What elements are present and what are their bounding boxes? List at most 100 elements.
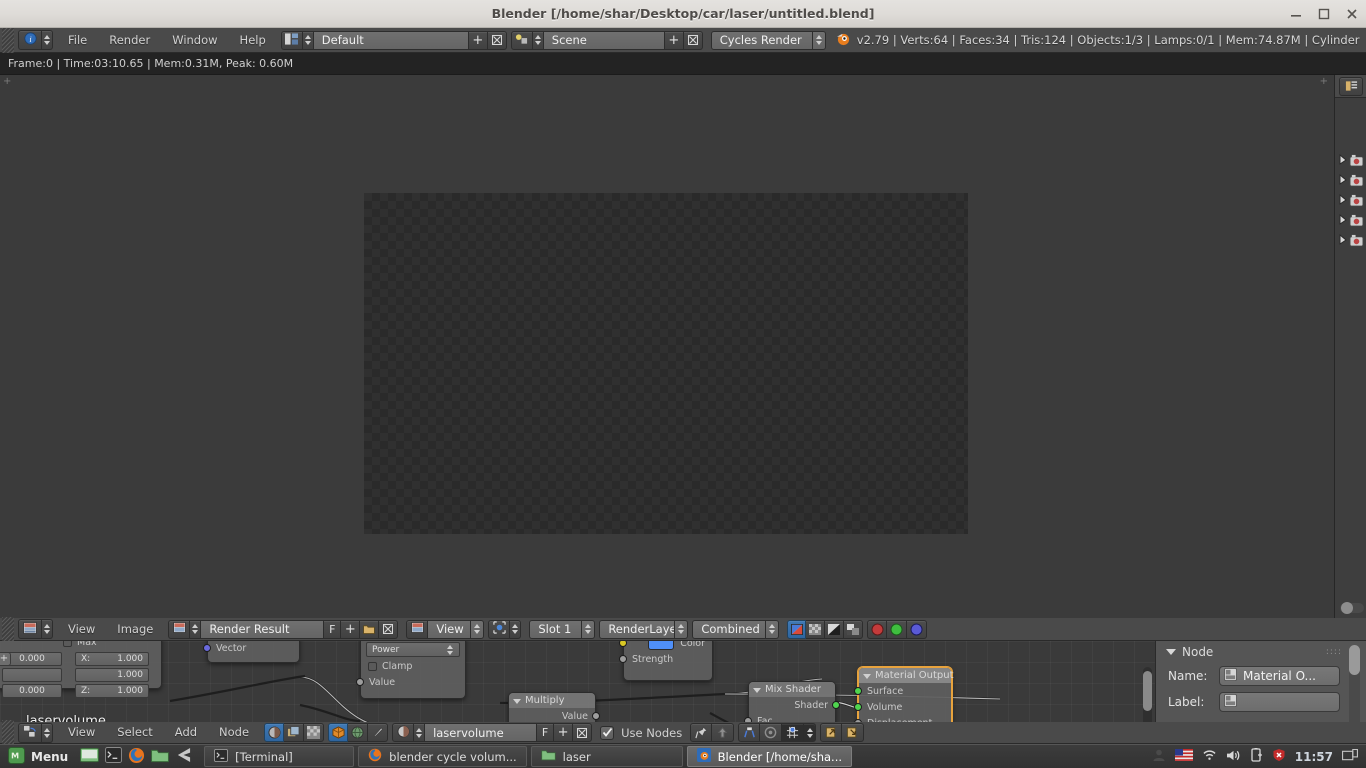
- use-nodes-checkbox[interactable]: [600, 725, 615, 740]
- shader-type-group[interactable]: [264, 723, 325, 742]
- unlink-material-button[interactable]: [573, 723, 593, 742]
- delete-scene-button[interactable]: [683, 30, 703, 50]
- task-file-manager[interactable]: laser: [530, 746, 683, 767]
- volume-socket[interactable]: [854, 703, 862, 711]
- node-menu-select[interactable]: Select: [106, 720, 163, 745]
- node-panel-header[interactable]: Node ::::: [1156, 641, 1366, 663]
- start-menu-button[interactable]: Menu: [0, 745, 76, 768]
- properties-tab-world[interactable]: [1335, 210, 1366, 230]
- material-fake-user-button[interactable]: F: [537, 723, 555, 742]
- go-to-parent-icon[interactable]: [712, 723, 735, 742]
- value-y-max[interactable]: 1.000: [75, 668, 149, 682]
- linestyle-shader-icon[interactable]: [368, 723, 389, 742]
- us-flag-icon[interactable]: [1174, 749, 1193, 764]
- open-folder-icon[interactable]: [360, 619, 380, 639]
- emission-color-socket[interactable]: [619, 641, 627, 647]
- task-blender[interactable]: Blender [/home/sha...: [686, 746, 853, 767]
- image-view-mode-value[interactable]: View: [428, 619, 472, 639]
- task-firefox[interactable]: blender cycle volum...: [358, 746, 527, 767]
- node-vertical-scrollbar[interactable]: [1143, 667, 1152, 727]
- proportional-edit-icon[interactable]: [760, 723, 783, 742]
- render-engine-selector[interactable]: Cycles Render: [710, 30, 826, 50]
- node-mapping[interactable]: Max 0.000 0.000 X: 1.000 1.000 Z: 1.000 …: [0, 641, 162, 698]
- close-icon[interactable]: [1344, 6, 1360, 22]
- volume-icon[interactable]: [1226, 749, 1241, 765]
- snap-grid-icon[interactable]: [782, 723, 805, 742]
- new-image-button[interactable]: +: [341, 619, 361, 639]
- file-manager-icon[interactable]: [151, 748, 170, 766]
- minimize-icon[interactable]: [1288, 6, 1304, 22]
- blue-channel-icon[interactable]: [907, 619, 928, 639]
- multiply-value-out-socket[interactable]: [592, 712, 600, 720]
- node-editor-type-selector[interactable]: [18, 722, 53, 743]
- node-emission[interactable]: Color Strength: [619, 641, 713, 681]
- copy-to-clipboard-icon[interactable]: [820, 723, 843, 742]
- image-datablock-selector[interactable]: Render Result F +: [168, 619, 399, 639]
- battery-icon[interactable]: [1250, 748, 1263, 765]
- properties-tab-render-layers[interactable]: [1335, 170, 1366, 190]
- max-checkbox[interactable]: [63, 641, 72, 647]
- value-y-min[interactable]: [2, 668, 62, 682]
- display-channels-group[interactable]: [787, 619, 864, 639]
- z-buffer-icon[interactable]: [844, 619, 864, 639]
- shader-nodes-icon[interactable]: [264, 723, 285, 742]
- green-channel-icon[interactable]: [887, 619, 908, 639]
- image-editor-canvas[interactable]: + +: [0, 75, 1334, 645]
- image-datablock-value[interactable]: Render Result: [201, 619, 325, 639]
- texture-nodes-icon[interactable]: [304, 723, 325, 742]
- node-name-field[interactable]: Material O...: [1219, 666, 1340, 686]
- shader-from-group[interactable]: [328, 723, 389, 742]
- power-value-in-socket[interactable]: [356, 678, 364, 686]
- delete-screen-layout-button[interactable]: [487, 30, 507, 50]
- properties-tab-object[interactable]: [1335, 230, 1366, 250]
- math-operation-dropdown[interactable]: Power: [366, 642, 460, 657]
- properties-tab-render[interactable]: [1335, 150, 1366, 170]
- image-editor-type-selector[interactable]: [18, 619, 53, 639]
- workspace-switcher-icon[interactable]: [1342, 748, 1358, 765]
- render-pass-selector[interactable]: Combined: [692, 619, 780, 639]
- image-menu-view[interactable]: View: [57, 617, 106, 642]
- clipboard-group[interactable]: [820, 723, 865, 742]
- screen-layout-selector[interactable]: Default +: [280, 30, 507, 50]
- value-x-max[interactable]: X: 1.000: [75, 652, 149, 666]
- render-pass-value[interactable]: Combined: [692, 619, 767, 639]
- render-slot-value[interactable]: Slot 1: [529, 619, 583, 639]
- menu-window[interactable]: Window: [161, 28, 228, 53]
- alpha-icon[interactable]: [825, 619, 845, 639]
- fake-user-button[interactable]: F: [324, 619, 342, 639]
- emission-strength-socket[interactable]: [619, 655, 627, 663]
- node-editor-grip[interactable]: [2, 720, 14, 745]
- vector-socket[interactable]: [203, 644, 211, 652]
- wifi-icon[interactable]: [1202, 749, 1217, 764]
- show-desktop-icon[interactable]: [80, 747, 100, 767]
- new-material-button[interactable]: +: [554, 723, 574, 742]
- unity-icon[interactable]: [175, 747, 192, 766]
- menu-file[interactable]: File: [57, 28, 98, 53]
- panel-collapse-triangle-icon[interactable]: [1166, 649, 1176, 655]
- red-channel-icon[interactable]: [867, 619, 888, 639]
- material-datablock-value[interactable]: laservolume: [425, 723, 538, 742]
- material-output-title[interactable]: Material Output: [859, 668, 954, 683]
- panel-drag-dots-icon[interactable]: ::::: [1326, 647, 1342, 657]
- use-nodes-row[interactable]: Use Nodes: [600, 725, 682, 740]
- node-vector-output[interactable]: Vector: [203, 641, 300, 663]
- paste-from-clipboard-icon[interactable]: [842, 723, 865, 742]
- shield-icon[interactable]: [1272, 748, 1286, 765]
- menu-render[interactable]: Render: [98, 28, 161, 53]
- properties-scrollbar[interactable]: [1340, 601, 1364, 615]
- header-grip[interactable]: [2, 27, 14, 53]
- surface-socket[interactable]: [854, 687, 862, 695]
- taskbar-clock[interactable]: 11:57: [1295, 750, 1333, 764]
- terminal-icon[interactable]: [105, 747, 123, 766]
- snap-node-icon[interactable]: [738, 723, 761, 742]
- material-datablock-selector[interactable]: laservolume F +: [392, 723, 593, 742]
- editor-type-selector[interactable]: i: [18, 30, 53, 50]
- screen-layout-value[interactable]: Default: [313, 30, 469, 50]
- properties-tab-scene[interactable]: [1335, 190, 1366, 210]
- node-menu-view[interactable]: View: [57, 720, 106, 745]
- node-menu-add[interactable]: Add: [164, 720, 208, 745]
- color-and-alpha-icon[interactable]: [787, 619, 807, 639]
- add-scene-button[interactable]: +: [664, 30, 684, 50]
- render-layer-selector[interactable]: RenderLayer: [599, 619, 689, 639]
- value-z-max[interactable]: Z: 1.000: [75, 684, 149, 698]
